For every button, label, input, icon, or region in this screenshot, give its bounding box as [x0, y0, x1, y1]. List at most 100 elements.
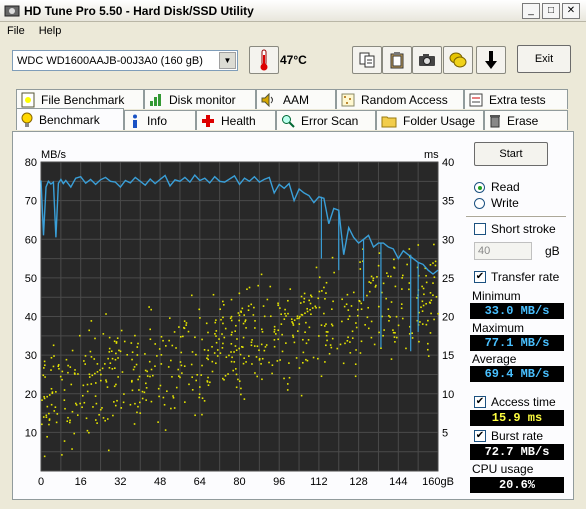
access-time-point	[286, 389, 289, 391]
short-stroke-spinner[interactable]: 40	[474, 242, 532, 260]
access-time-point	[325, 323, 327, 325]
access-time-point	[242, 362, 245, 365]
access-time-point	[288, 362, 290, 364]
read-radio[interactable]: Read	[474, 180, 520, 194]
copy-button[interactable]	[352, 46, 382, 74]
access-time-point	[215, 330, 218, 332]
access-time-point	[308, 326, 311, 329]
access-time-point	[94, 337, 96, 340]
tab-benchmark[interactable]: Benchmark	[16, 108, 124, 130]
access-time-point	[331, 337, 334, 340]
access-time-point	[350, 305, 353, 307]
access-time-point	[84, 355, 87, 357]
maximize-button[interactable]: □	[542, 2, 560, 19]
access-time-point	[329, 344, 332, 346]
access-time-point	[331, 324, 334, 327]
access-time-point	[376, 276, 378, 278]
access-time-point	[253, 306, 255, 309]
tab-random-access[interactable]: Random Access	[336, 89, 464, 109]
access-time-point	[429, 264, 432, 266]
minimize-button[interactable]: _	[522, 2, 540, 19]
access-time-point	[75, 404, 78, 406]
access-time-point	[354, 375, 357, 378]
tab-extra-tests[interactable]: Extra tests	[464, 89, 568, 109]
tab-erase[interactable]: Erase	[484, 110, 568, 130]
access-time-point	[236, 338, 238, 340]
tab-folder-usage[interactable]: Folder Usage	[376, 110, 484, 130]
access-time-point	[405, 347, 407, 350]
access-time-point	[307, 339, 310, 341]
transfer-rate-checkbox[interactable]: ✔ Transfer rate	[474, 270, 559, 284]
check-icon: ✔	[474, 271, 486, 283]
tab-info[interactable]: Info	[124, 110, 196, 130]
access-time-point	[347, 309, 350, 311]
arrow-down-icon	[485, 51, 497, 69]
access-time-point	[393, 266, 395, 269]
access-time-point	[251, 363, 253, 365]
short-stroke-unit: gB	[545, 244, 560, 258]
access-time-point	[206, 357, 208, 360]
start-button[interactable]: Start	[474, 142, 548, 166]
access-time-point	[83, 360, 85, 362]
tab-error-scan[interactable]: Error Scan	[276, 110, 376, 130]
access-time-point	[65, 358, 68, 361]
access-time-point	[109, 362, 112, 364]
access-time-point	[68, 421, 71, 424]
access-time-point	[320, 375, 323, 378]
access-time-point	[408, 282, 411, 284]
coins-icon	[449, 52, 467, 68]
drive-select[interactable]: WDC WD1600AAJB-00J3A0 (160 gB) ▼	[12, 50, 238, 71]
screenshot-button[interactable]	[412, 46, 442, 74]
options-button[interactable]	[443, 46, 473, 74]
y-left-tick-label: 60	[25, 234, 37, 246]
temperature-button[interactable]	[249, 46, 279, 74]
access-time-point	[171, 344, 174, 347]
access-time-checkbox[interactable]: ✔ Access time	[474, 395, 556, 409]
access-time-point	[296, 330, 299, 332]
access-time-point	[150, 368, 153, 371]
access-time-point	[115, 383, 117, 386]
access-time-point	[395, 315, 398, 318]
access-time-point	[303, 301, 305, 303]
close-button[interactable]: ✕	[562, 2, 580, 19]
short-stroke-checkbox[interactable]: Short stroke	[474, 222, 556, 236]
access-time-point	[385, 297, 387, 300]
menu-file[interactable]: File	[0, 25, 32, 37]
burst-rate-checkbox[interactable]: ✔ Burst rate	[474, 429, 543, 443]
write-radio[interactable]: Write	[474, 196, 519, 210]
access-time-point	[164, 429, 167, 431]
y-right-tick-label: 20	[442, 312, 454, 324]
access-time-point	[260, 273, 263, 276]
exit-button[interactable]: Exit	[517, 45, 571, 73]
access-time-point	[221, 347, 224, 349]
access-time-point	[95, 402, 98, 405]
access-time-point	[215, 362, 217, 365]
access-time-point	[293, 319, 296, 321]
access-time-point	[305, 342, 308, 345]
tab-file-benchmark[interactable]: File Benchmark	[16, 89, 144, 109]
save-button[interactable]	[476, 46, 506, 74]
access-time-point	[342, 362, 345, 365]
access-time-point	[107, 357, 109, 360]
access-time-point	[70, 383, 73, 386]
access-time-point	[216, 355, 219, 357]
chevron-down-icon[interactable]: ▼	[219, 52, 236, 69]
copy-all-button[interactable]	[382, 46, 412, 74]
access-time-point	[50, 403, 53, 406]
access-time-point	[69, 419, 71, 422]
tab-disk-monitor[interactable]: Disk monitor	[144, 89, 256, 109]
tab-health[interactable]: Health	[196, 110, 276, 130]
access-time-point	[347, 336, 349, 339]
access-time-point	[91, 374, 94, 377]
access-time-point	[355, 326, 358, 329]
tab-aam[interactable]: AAM	[256, 89, 336, 109]
access-time-point	[262, 305, 265, 307]
check-icon: ✔	[474, 430, 486, 442]
trash-icon	[490, 114, 500, 127]
access-time-point	[287, 312, 289, 315]
menu-help[interactable]: Help	[32, 25, 69, 37]
access-time-point	[378, 305, 380, 308]
access-time-point	[201, 364, 203, 367]
access-time-point	[310, 295, 313, 298]
access-time-point	[300, 394, 303, 397]
